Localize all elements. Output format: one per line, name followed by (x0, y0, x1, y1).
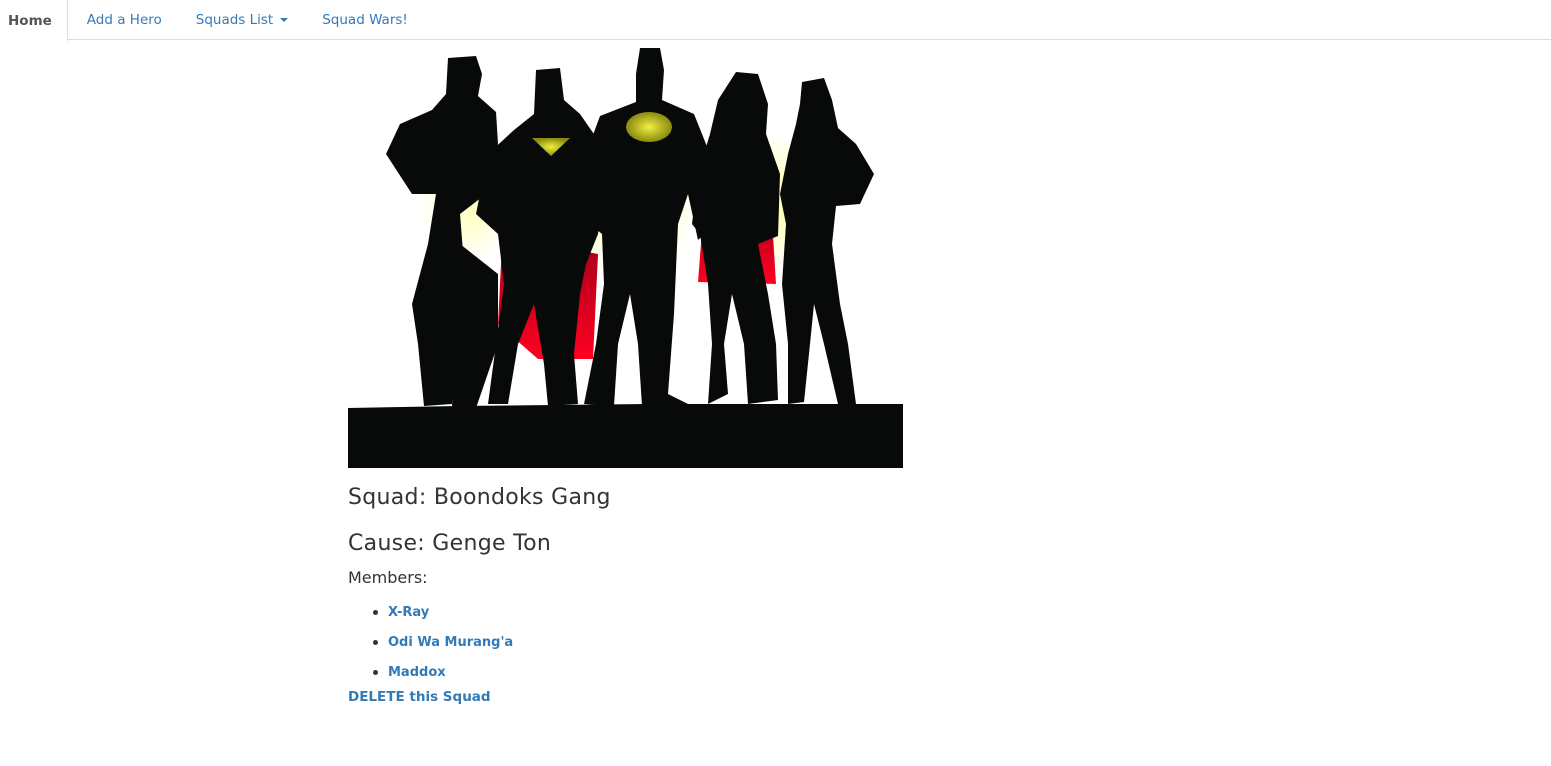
member-link-maddox[interactable]: Maddox (388, 665, 446, 680)
caret-down-icon (280, 17, 289, 22)
nav-squads-list-label: Squads List (195, 11, 274, 28)
nav-home-label: Home (8, 12, 52, 29)
list-item: Odi Wa Murang'a (348, 627, 513, 657)
list-item: Maddox (348, 657, 513, 687)
nav-home[interactable]: Home (0, 0, 68, 41)
nav-add-hero-label: Add a Hero (86, 11, 162, 28)
top-navbar: Home Add a Hero Squads List Squad Wars! (0, 0, 1551, 41)
bullet-icon (373, 609, 378, 615)
members-label: Members: (348, 568, 428, 587)
delete-squad-link[interactable]: DELETE this Squad (348, 689, 491, 705)
nav-add-hero[interactable]: Add a Hero (70, 0, 179, 39)
bullet-icon (373, 669, 378, 675)
squad-image (348, 44, 903, 468)
nav-squad-wars[interactable]: Squad Wars! (305, 0, 425, 39)
members-list: X-Ray Odi Wa Murang'a Maddox (348, 597, 513, 687)
member-link-x-ray[interactable]: X-Ray (388, 605, 429, 620)
squad-title: Squad: Boondoks Gang (348, 485, 611, 510)
cause-title: Cause: Genge Ton (348, 531, 552, 556)
member-link-odi-wa-muranga[interactable]: Odi Wa Murang'a (388, 635, 513, 650)
nav-squad-wars-label: Squad Wars! (322, 11, 408, 28)
nav-squads-list-dropdown[interactable]: Squads List (179, 0, 305, 39)
bullet-icon (373, 639, 378, 645)
list-item: X-Ray (348, 597, 513, 627)
